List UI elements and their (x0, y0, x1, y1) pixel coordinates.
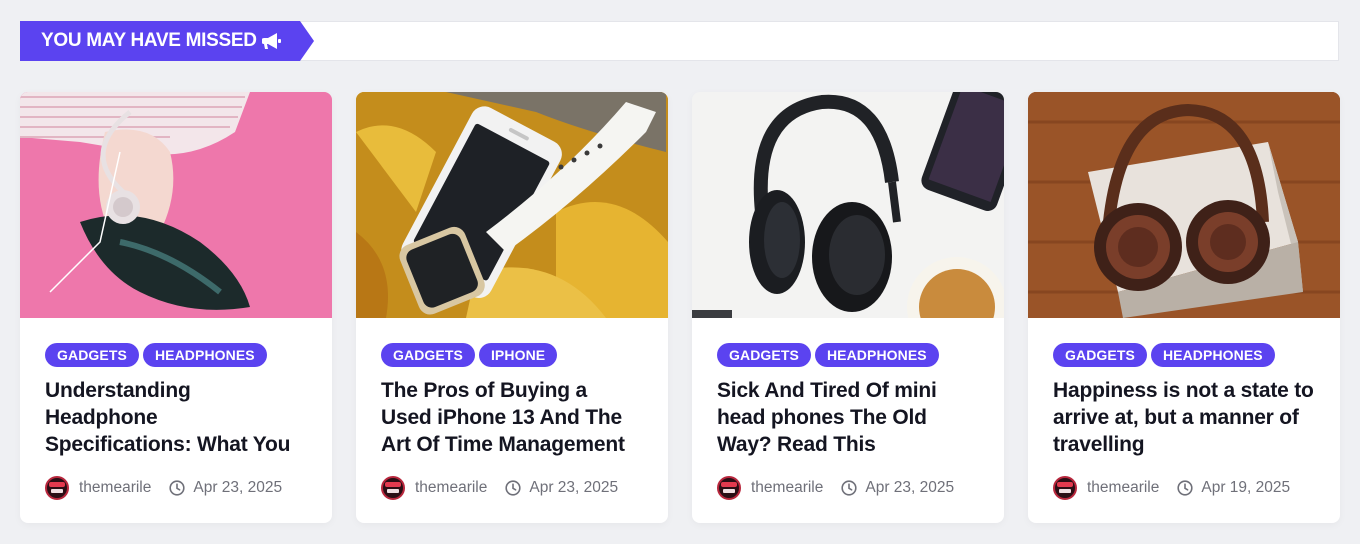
post-title[interactable]: Happiness is not a state to arrive at, b… (1053, 377, 1315, 458)
author-name[interactable]: themearile (79, 479, 151, 497)
author-avatar[interactable] (717, 476, 741, 500)
post-card: GADGETS IPHONE The Pros of Buying a Used… (356, 92, 668, 523)
tag-gadgets[interactable]: GADGETS (381, 343, 475, 367)
bronze-headphones-image (1028, 92, 1340, 318)
post-thumbnail[interactable] (20, 92, 332, 318)
section-title-text: YOU MAY HAVE MISSED (41, 30, 257, 51)
author-name[interactable]: themearile (415, 479, 487, 497)
megaphone-icon (261, 33, 281, 49)
tag-headphones[interactable]: HEADPHONES (814, 343, 939, 367)
post-meta: themearile Apr 23, 2025 (45, 476, 307, 500)
post-meta: themearile Apr 23, 2025 (381, 476, 643, 500)
author-avatar[interactable] (45, 476, 69, 500)
woman-headphones-image (20, 92, 332, 318)
post-date: Apr 23, 2025 (193, 479, 283, 496)
post-card: GADGETS HEADPHONES Sick And Tired Of min… (692, 92, 1004, 523)
section-title: YOU MAY HAVE MISSED (20, 21, 314, 61)
post-title[interactable]: The Pros of Buying a Used iPhone 13 And … (381, 377, 643, 458)
tag-iphone[interactable]: IPHONE (478, 343, 558, 367)
post-tags: GADGETS IPHONE (381, 343, 643, 367)
post-date: Apr 23, 2025 (865, 479, 955, 496)
tag-gadgets[interactable]: GADGETS (45, 343, 139, 367)
clock-icon (1177, 480, 1193, 496)
post-thumbnail[interactable] (692, 92, 1004, 318)
post-card: GADGETS HEADPHONES Understanding Headpho… (20, 92, 332, 523)
author-name[interactable]: themearile (1087, 479, 1159, 497)
author-avatar[interactable] (381, 476, 405, 500)
clock-icon (505, 480, 521, 496)
post-cards: GADGETS HEADPHONES Understanding Headpho… (20, 92, 1340, 523)
tag-headphones[interactable]: HEADPHONES (1150, 343, 1275, 367)
post-tags: GADGETS HEADPHONES (1053, 343, 1315, 367)
tag-gadgets[interactable]: GADGETS (717, 343, 811, 367)
post-meta: themearile Apr 19, 2025 (1053, 476, 1315, 500)
iphone-smartwatch-image (356, 92, 668, 318)
section-header: YOU MAY HAVE MISSED (20, 21, 1339, 61)
post-date: Apr 23, 2025 (529, 479, 619, 496)
author-avatar[interactable] (1053, 476, 1077, 500)
clock-icon (169, 480, 185, 496)
post-title[interactable]: Understanding Headphone Specifications: … (45, 377, 307, 458)
post-tags: GADGETS HEADPHONES (717, 343, 979, 367)
post-thumbnail[interactable] (356, 92, 668, 318)
tag-gadgets[interactable]: GADGETS (1053, 343, 1147, 367)
author-name[interactable]: themearile (751, 479, 823, 497)
post-tags: GADGETS HEADPHONES (45, 343, 307, 367)
post-date: Apr 19, 2025 (1201, 479, 1291, 496)
post-thumbnail[interactable] (1028, 92, 1340, 318)
black-headphones-image (692, 92, 1004, 318)
tag-headphones[interactable]: HEADPHONES (142, 343, 267, 367)
post-title[interactable]: Sick And Tired Of mini head phones The O… (717, 377, 979, 458)
clock-icon (841, 480, 857, 496)
post-meta: themearile Apr 23, 2025 (717, 476, 979, 500)
post-card: GADGETS HEADPHONES Happiness is not a st… (1028, 92, 1340, 523)
